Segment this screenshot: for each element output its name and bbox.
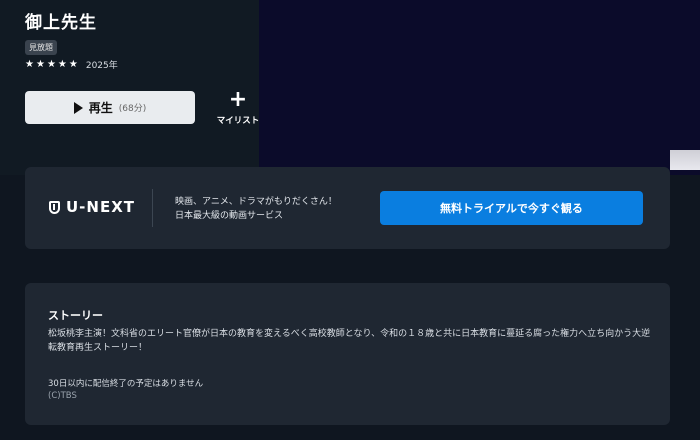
play-label: 再生 <box>88 101 113 115</box>
star-rating: ★ ★ ★ ★ ★ <box>25 58 78 70</box>
star-icon: ★ <box>25 58 34 70</box>
promo-line-1: 映画、アニメ、ドラマがもりだくさん！ <box>175 197 337 207</box>
logo-text: U-NEXT <box>66 198 136 216</box>
star-icon: ★ <box>35 58 45 70</box>
mylist-label: マイリスト <box>216 116 260 126</box>
hero-section <box>0 0 700 175</box>
mylist-button[interactable]: + マイリスト <box>214 87 262 127</box>
promo-text: 映画、アニメ、ドラマがもりだくさん！ 日本最大級の動画サービス <box>175 195 337 223</box>
star-icon: ★ <box>68 58 78 70</box>
free-trial-button[interactable]: 無料トライアルで今すぐ観る <box>380 191 643 225</box>
promo-line-2: 日本最大級の動画サービス <box>175 211 284 221</box>
play-duration: (68分) <box>118 104 147 114</box>
copyright-text: (C)TBS <box>48 391 77 401</box>
hero-image-edge <box>670 150 700 170</box>
status-badge: 見放題 <box>25 40 57 55</box>
play-icon <box>73 101 83 114</box>
plus-icon: + <box>228 87 248 112</box>
divider <box>152 189 153 227</box>
play-button[interactable]: 再生 (68分) <box>25 91 195 124</box>
rating-row: ★ ★ ★ ★ ★ 2025年 <box>25 58 118 71</box>
star-icon: ★ <box>57 58 67 70</box>
page-title: 御上先生 <box>25 13 97 33</box>
availability-note: 30日以内に配信終了の予定はありません <box>48 379 204 389</box>
story-heading: ストーリー <box>48 309 103 322</box>
unext-logo: U-NEXT <box>49 198 135 216</box>
story-body: 松坂桃李主演！文科省のエリート官僚が日本の教育を変えるべく高校教師となり、令和の… <box>48 329 651 353</box>
shield-icon <box>49 200 60 214</box>
story-section: ストーリー 松坂桃李主演！文科省のエリート官僚が日本の教育を変えるべく高校教師と… <box>25 283 670 425</box>
promo-banner: U-NEXT 映画、アニメ、ドラマがもりだくさん！ 日本最大級の動画サービス 無… <box>25 167 670 249</box>
release-year: 2025年 <box>85 61 118 71</box>
star-icon: ★ <box>46 58 56 70</box>
